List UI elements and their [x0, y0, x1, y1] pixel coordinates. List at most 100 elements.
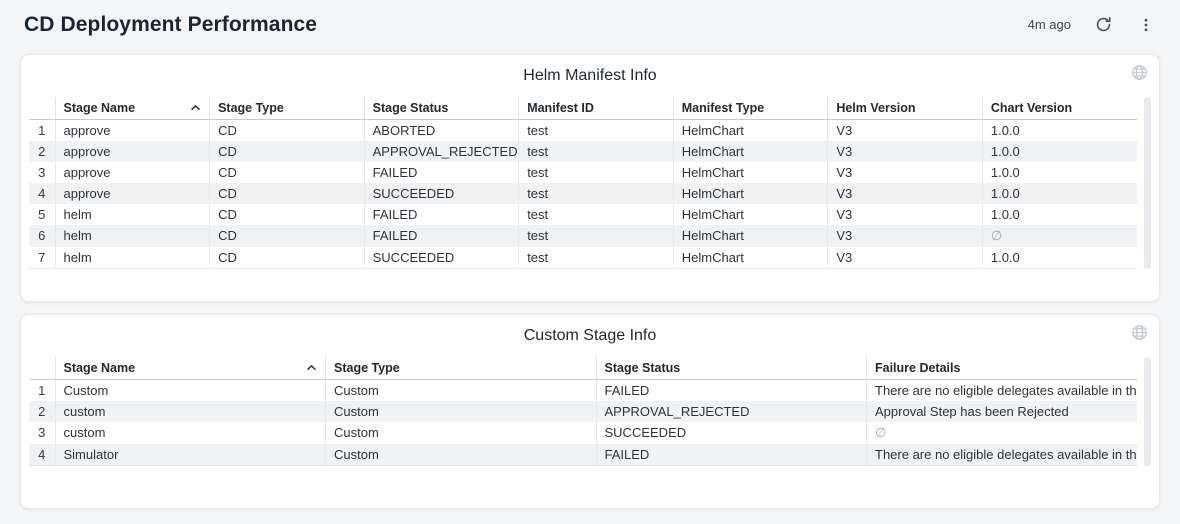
- sort-ascending-icon: [190, 103, 201, 112]
- column-label: Manifest Type: [682, 101, 764, 115]
- column-header-failure-details[interactable]: Failure Details: [867, 357, 1138, 379]
- globe-icon: [1131, 69, 1148, 84]
- cell-manifest-id: test: [519, 204, 674, 225]
- row-index: 1: [29, 379, 55, 401]
- row-index: 6: [29, 225, 55, 247]
- cell-helm-version: V3: [828, 183, 983, 204]
- table-row[interactable]: 3customCustomSUCCEEDED∅: [29, 422, 1137, 444]
- panel-custom-stage-info: Custom Stage Info Stage NameStage TypeSt…: [20, 314, 1160, 509]
- cell-stage-name: custom: [55, 401, 326, 422]
- cell-chart-version: 1.0.0: [982, 141, 1137, 162]
- table-row[interactable]: 2customCustomAPPROVAL_REJECTEDApproval S…: [29, 401, 1137, 422]
- column-header-chart-version[interactable]: Chart Version: [982, 97, 1137, 119]
- cell-manifest-id: test: [519, 247, 674, 269]
- table-row[interactable]: 1approveCDABORTEDtestHelmChartV31.0.0: [29, 119, 1137, 141]
- kebab-menu-icon: [1138, 17, 1154, 33]
- cell-manifest-type: HelmChart: [673, 247, 828, 269]
- cell-stage-name: helm: [55, 247, 210, 269]
- cell-manifest-id: test: [519, 141, 674, 162]
- table-row[interactable]: 3approveCDFAILEDtestHelmChartV31.0.0: [29, 162, 1137, 183]
- column-header-stage-type[interactable]: Stage Type: [210, 97, 365, 119]
- column-label: Stage Status: [373, 101, 449, 115]
- cell-failure-details: ∅: [867, 422, 1138, 444]
- cell-stage-name: helm: [55, 225, 210, 247]
- panel-helm-manifest-info: Helm Manifest Info Stage NameStage TypeS…: [20, 54, 1160, 302]
- panel-links-button[interactable]: [1131, 64, 1148, 81]
- column-header-stage-name[interactable]: Stage Name: [55, 357, 326, 379]
- cell-stage-type: CD: [210, 247, 365, 269]
- column-header-manifest-type[interactable]: Manifest Type: [673, 97, 828, 119]
- table-header-row: Stage Name Stage Type Stage Status Manifest…: [29, 97, 1137, 119]
- cell-stage-status: FAILED: [596, 444, 867, 466]
- cell-stage-type: CD: [210, 141, 365, 162]
- column-label: Manifest ID: [527, 101, 594, 115]
- cell-manifest-type: HelmChart: [673, 225, 828, 247]
- cell-stage-type: Custom: [326, 422, 597, 444]
- column-header-stage-status[interactable]: Stage Status: [364, 97, 519, 119]
- panel-menu-button[interactable]: [1136, 15, 1156, 35]
- cell-stage-type: CD: [210, 119, 365, 141]
- column-label: Stage Name: [64, 361, 136, 375]
- cell-stage-type: CD: [210, 204, 365, 225]
- table-row[interactable]: 4approveCDSUCCEEDEDtestHelmChartV31.0.0: [29, 183, 1137, 204]
- header-actions: 4m ago: [1028, 14, 1156, 35]
- row-index: 1: [29, 119, 55, 141]
- table-container: Stage Name Stage Type Stage Status Manifest…: [29, 97, 1151, 269]
- row-index-header: [29, 357, 55, 379]
- cell-manifest-type: HelmChart: [673, 141, 828, 162]
- table-row[interactable]: 1CustomCustomFAILEDThere are no eligible…: [29, 379, 1137, 401]
- panel-title: Helm Manifest Info: [21, 55, 1159, 97]
- table-row[interactable]: 7helmCDSUCCEEDEDtestHelmChartV31.0.0: [29, 247, 1137, 269]
- table-row[interactable]: 4SimulatorCustomFAILEDThere are no eligi…: [29, 444, 1137, 466]
- column-label: Chart Version: [991, 101, 1072, 115]
- cell-stage-type: Custom: [326, 401, 597, 422]
- globe-icon: [1131, 329, 1148, 344]
- row-index: 3: [29, 162, 55, 183]
- cell-stage-name: approve: [55, 141, 210, 162]
- column-label: Failure Details: [875, 361, 960, 375]
- cell-chart-version: 1.0.0: [982, 119, 1137, 141]
- cell-stage-name: approve: [55, 119, 210, 141]
- cell-manifest-id: test: [519, 119, 674, 141]
- column-header-stage-type[interactable]: Stage Type: [326, 357, 597, 379]
- row-index: 2: [29, 401, 55, 422]
- cell-stage-name: custom: [55, 422, 326, 444]
- row-index: 7: [29, 247, 55, 269]
- last-refreshed-label: 4m ago: [1028, 17, 1071, 32]
- cell-stage-type: CD: [210, 225, 365, 247]
- row-index: 3: [29, 422, 55, 444]
- column-label: Stage Type: [218, 101, 284, 115]
- column-label: Helm Version: [836, 101, 915, 115]
- cell-chart-version: 1.0.0: [982, 204, 1137, 225]
- cell-stage-name: Simulator: [55, 444, 326, 466]
- table-scrollbar[interactable]: [1144, 97, 1151, 269]
- cell-helm-version: V3: [828, 225, 983, 247]
- cell-stage-status: SUCCEEDED: [364, 247, 519, 269]
- cell-stage-status: FAILED: [364, 204, 519, 225]
- column-label: Stage Name: [64, 101, 136, 115]
- cell-stage-status: SUCCEEDED: [364, 183, 519, 204]
- table-row[interactable]: 2approveCDAPPROVAL_REJECTEDtestHelmChart…: [29, 141, 1137, 162]
- column-header-stage-status[interactable]: Stage Status: [596, 357, 867, 379]
- helm-manifest-table: Stage Name Stage Type Stage Status Manifest…: [29, 97, 1137, 269]
- cell-manifest-type: HelmChart: [673, 162, 828, 183]
- table-row[interactable]: 6helmCDFAILEDtestHelmChartV3∅: [29, 225, 1137, 247]
- cell-stage-status: ABORTED: [364, 119, 519, 141]
- column-header-manifest-id[interactable]: Manifest ID: [519, 97, 674, 119]
- cell-stage-name: helm: [55, 204, 210, 225]
- cell-stage-status: FAILED: [364, 225, 519, 247]
- refresh-button[interactable]: [1093, 14, 1114, 35]
- cell-manifest-type: HelmChart: [673, 119, 828, 141]
- cell-stage-type: Custom: [326, 379, 597, 401]
- column-header-stage-name[interactable]: Stage Name: [55, 97, 210, 119]
- table-scrollbar[interactable]: [1144, 357, 1151, 466]
- panel-links-button[interactable]: [1131, 324, 1148, 341]
- cell-stage-status: SUCCEEDED: [596, 422, 867, 444]
- table-row[interactable]: 5helmCDFAILEDtestHelmChartV31.0.0: [29, 204, 1137, 225]
- column-label: Stage Type: [334, 361, 400, 375]
- cell-helm-version: V3: [828, 204, 983, 225]
- cell-chart-version: 1.0.0: [982, 183, 1137, 204]
- cell-stage-type: CD: [210, 183, 365, 204]
- column-header-helm-version[interactable]: Helm Version: [828, 97, 983, 119]
- dashboard-title: CD Deployment Performance: [24, 11, 317, 39]
